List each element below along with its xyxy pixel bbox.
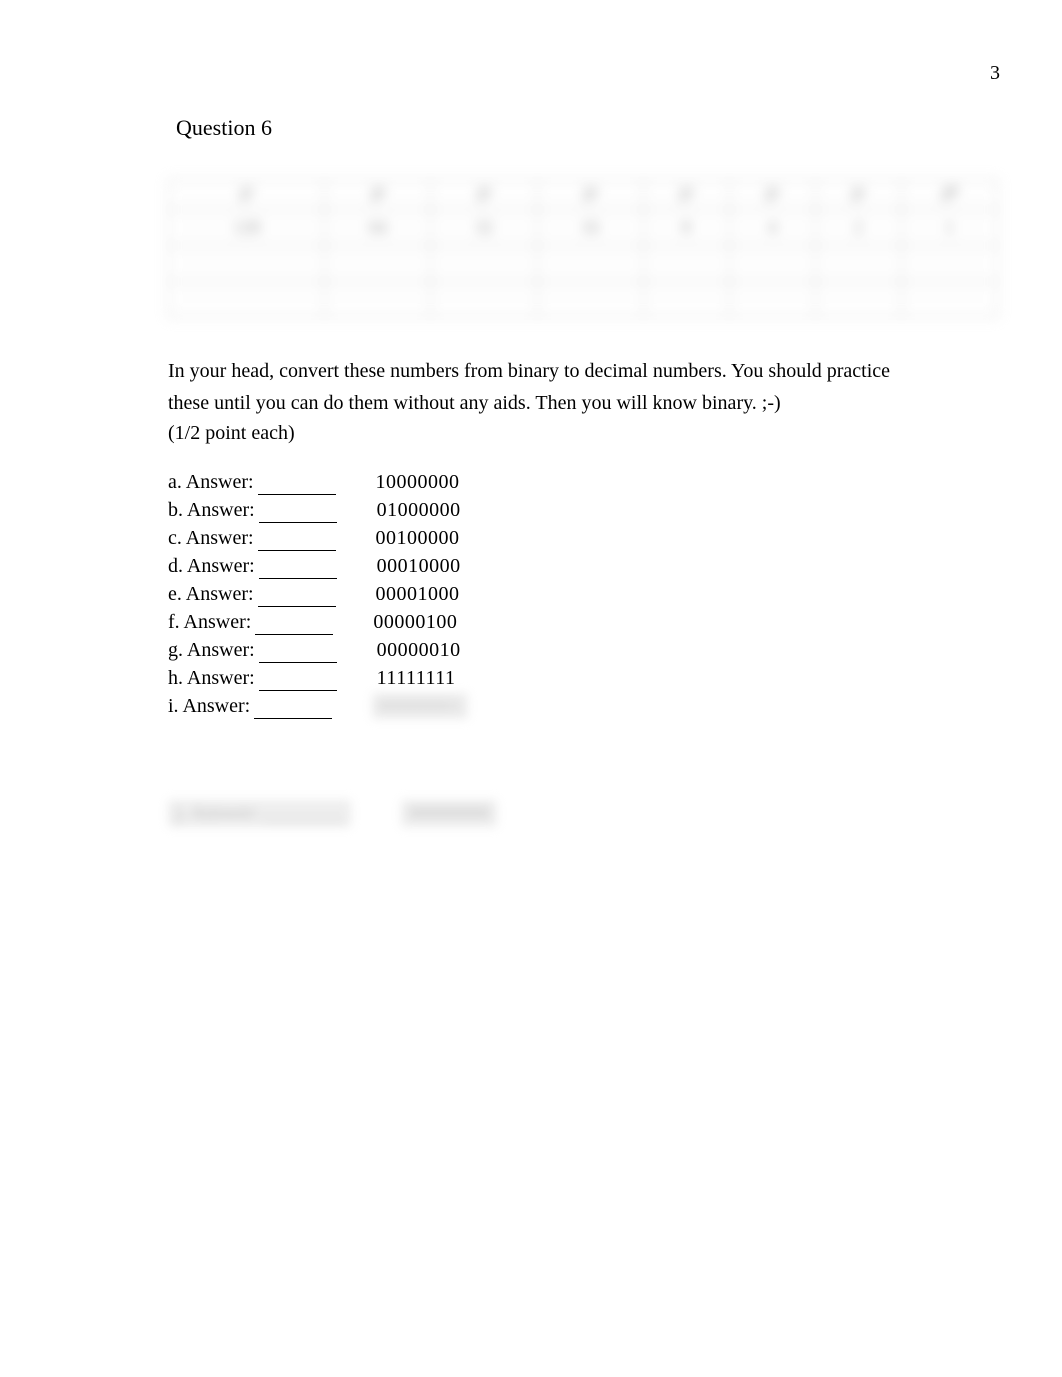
- table-cell: [169, 282, 325, 318]
- answers-list: a. Answer:10000000b. Answer:01000000c. A…: [168, 469, 1008, 719]
- table-cell: 128: [169, 210, 325, 246]
- table-cell: 2⁰: [901, 180, 997, 210]
- answer-label: d. Answer:: [168, 553, 255, 579]
- table-cell: [431, 246, 537, 282]
- answer-row: g. Answer: 00000010: [168, 637, 1008, 663]
- blurred-answer-value: 00000000: [401, 800, 497, 827]
- table-cell: [169, 246, 325, 282]
- table-cell: 2¹: [815, 180, 901, 210]
- table-cell: [643, 282, 729, 318]
- answer-label: f. Answer:: [168, 609, 251, 635]
- bottom-blurred-content: j. Answer: ________ 00000000: [168, 800, 497, 827]
- points-text: (1/2 point each): [168, 422, 1008, 445]
- table-cell: [537, 282, 643, 318]
- answer-blank: [255, 617, 333, 635]
- table-cell: [901, 282, 997, 318]
- binary-table-blurred: 2⁷ 2⁶ 2⁵ 2⁴ 2³ 2² 2¹ 2⁰ 128 64 32 16 8 4…: [168, 179, 1008, 318]
- table-cell: 16: [537, 210, 643, 246]
- answer-label: b. Answer:: [168, 497, 255, 523]
- content-area: Question 6 2⁷ 2⁶ 2⁵ 2⁴ 2³ 2² 2¹ 2⁰ 128 6…: [138, 115, 1008, 721]
- answer-label: g. Answer:: [168, 637, 255, 663]
- table-cell: [729, 246, 815, 282]
- table-cell: 32: [431, 210, 537, 246]
- answer-row: a. Answer: 10000000: [168, 469, 1008, 495]
- table-cell: [431, 282, 537, 318]
- binary-value: 00000010: [377, 637, 461, 663]
- binary-value: 10000000: [376, 469, 460, 495]
- table-cell: [537, 246, 643, 282]
- answer-label: a. Answer:: [168, 469, 254, 495]
- answer-blank: [254, 701, 332, 719]
- answer-row: c. Answer: 00100000: [168, 525, 1008, 551]
- instruction-text: In your head, convert these numbers from…: [168, 358, 1008, 384]
- answer-blank: [259, 673, 337, 691]
- answer-label: h. Answer:: [168, 665, 255, 691]
- table-cell: 4: [729, 210, 815, 246]
- table-cell: [901, 246, 997, 282]
- table-row: [169, 246, 998, 282]
- blurred-answer-label: j. Answer: ________: [168, 800, 351, 827]
- answer-label: c. Answer:: [168, 525, 254, 551]
- answer-blank: [258, 533, 336, 551]
- question-title: Question 6: [176, 115, 272, 141]
- table-cell: 64: [325, 210, 431, 246]
- table-cell: 1: [901, 210, 997, 246]
- table-cell: 2²: [729, 180, 815, 210]
- answer-blank: [258, 477, 336, 495]
- answer-row: h. Answer: 11111111: [168, 665, 1008, 691]
- binary-value: 11111111: [377, 665, 456, 691]
- binary-value: 00001000: [376, 581, 460, 607]
- binary-powers-table: 2⁷ 2⁶ 2⁵ 2⁴ 2³ 2² 2¹ 2⁰ 128 64 32 16 8 4…: [168, 179, 998, 318]
- table-cell: [815, 246, 901, 282]
- binary-value: 00100000: [376, 525, 460, 551]
- table-cell: [325, 282, 431, 318]
- page-number: 3: [990, 62, 1000, 85]
- instruction-text: these until you can do them without any …: [168, 390, 1008, 416]
- answer-row: e. Answer: 00001000: [168, 581, 1008, 607]
- answer-blank: [259, 505, 337, 523]
- answer-label: i. Answer:: [168, 693, 250, 719]
- table-row: 2⁷ 2⁶ 2⁵ 2⁴ 2³ 2² 2¹ 2⁰: [169, 180, 998, 210]
- answer-row: d. Answer: 00010000: [168, 553, 1008, 579]
- binary-value: 00000100: [373, 609, 457, 635]
- binary-value: 00010000: [377, 553, 461, 579]
- answer-blank: [259, 645, 337, 663]
- table-cell: 2⁴: [537, 180, 643, 210]
- table-cell: [643, 246, 729, 282]
- answer-blank: [259, 561, 337, 579]
- answer-row: b. Answer: 01000000: [168, 497, 1008, 523]
- table-row: [169, 282, 998, 318]
- binary-value: 00000001: [372, 693, 468, 719]
- binary-value: 01000000: [377, 497, 461, 523]
- answer-blank: [258, 589, 336, 607]
- table-cell: 2⁶: [325, 180, 431, 210]
- table-cell: 2³: [643, 180, 729, 210]
- table-cell: 2⁷: [169, 180, 325, 210]
- question-header: Question 6: [138, 115, 1008, 141]
- table-cell: 2: [815, 210, 901, 246]
- table-cell: [325, 246, 431, 282]
- table-cell: [729, 282, 815, 318]
- answer-label: e. Answer:: [168, 581, 254, 607]
- table-cell: 8: [643, 210, 729, 246]
- table-cell: [815, 282, 901, 318]
- answer-row: i. Answer: 00000001: [168, 693, 1008, 719]
- table-row: 128 64 32 16 8 4 2 1: [169, 210, 998, 246]
- answer-row: f. Answer: 00000100: [168, 609, 1008, 635]
- table-cell: 2⁵: [431, 180, 537, 210]
